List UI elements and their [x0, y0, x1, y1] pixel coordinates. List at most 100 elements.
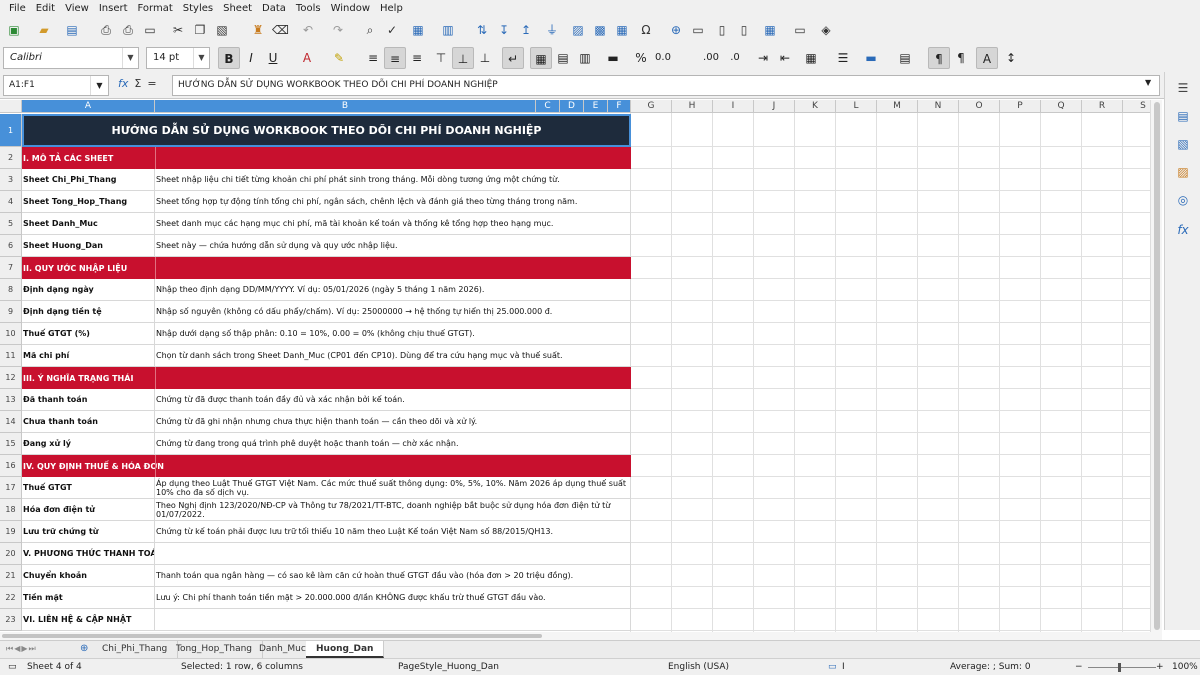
- add-decimal-icon[interactable]: .00: [700, 47, 722, 69]
- menu-insert[interactable]: Insert: [94, 3, 133, 14]
- freeze-rows-icon[interactable]: ▦: [762, 22, 778, 38]
- description-cell[interactable]: Chứng từ kế toán phải được lưu trữ tối t…: [155, 521, 631, 543]
- row-header[interactable]: 9: [0, 301, 22, 323]
- properties-icon[interactable]: ▤: [1175, 108, 1191, 124]
- borders-icon[interactable]: ▦: [800, 47, 822, 69]
- description-cell[interactable]: Nhập số nguyên (không có dấu phẩy/chấm).…: [155, 301, 631, 323]
- title-cell[interactable]: HƯỚNG DẪN SỬ DỤNG WORKBOOK THEO DÕI CHI …: [22, 114, 631, 147]
- menu-sheet[interactable]: Sheet: [218, 3, 257, 14]
- description-cell[interactable]: Chứng từ đã ghi nhận nhưng chưa thực hiệ…: [155, 411, 631, 433]
- description-cell[interactable]: Theo Nghị định 123/2020/NĐ-CP và Thông t…: [155, 499, 631, 521]
- paste-icon[interactable]: ▧: [214, 22, 230, 38]
- text-direction-rtl-icon[interactable]: ¶: [950, 47, 972, 69]
- vertical-scroll-thumb[interactable]: [1154, 102, 1160, 630]
- row-header[interactable]: 7: [0, 257, 22, 279]
- row-header[interactable]: 6: [0, 235, 22, 257]
- font-color-icon[interactable]: A: [296, 47, 318, 69]
- label-cell[interactable]: Sheet Tong_Hop_Thang: [22, 191, 155, 213]
- copy-icon[interactable]: ❐: [192, 22, 208, 38]
- column-header-e[interactable]: E: [584, 100, 608, 113]
- description-cell[interactable]: Sheet này — chứa hướng dẫn sử dụng và qu…: [155, 235, 631, 257]
- font-size-box[interactable]: 14 pt ▼: [146, 47, 210, 69]
- description-cell[interactable]: Chứng từ đã được thanh toán đầy đủ và xá…: [155, 389, 631, 411]
- wrap-text-icon[interactable]: ↵: [502, 47, 524, 69]
- description-cell[interactable]: Nhập dưới dạng số thập phân: 0.10 = 10%,…: [155, 323, 631, 345]
- page-style[interactable]: PageStyle_Huong_Dan: [398, 662, 499, 672]
- menu-styles[interactable]: Styles: [178, 3, 218, 14]
- headers-footers-icon[interactable]: ▯: [714, 22, 730, 38]
- cut-icon[interactable]: ✂: [170, 22, 186, 38]
- open-folder-icon[interactable]: ▰: [36, 22, 52, 38]
- align-bottom-icon[interactable]: ⊥: [474, 47, 496, 69]
- description-cell[interactable]: Áp dụng theo Luật Thuế GTGT Việt Nam. Cá…: [155, 477, 631, 499]
- horizontal-scroll-thumb[interactable]: [2, 634, 542, 638]
- description-cell[interactable]: Chọn từ danh sách trong Sheet Danh_Muc (…: [155, 345, 631, 367]
- vertical-text-icon[interactable]: A: [976, 47, 998, 69]
- align-middle-icon[interactable]: ⊥: [452, 47, 474, 69]
- row-icon[interactable]: ▦: [410, 22, 426, 38]
- menu-edit[interactable]: Edit: [31, 3, 60, 14]
- undo-icon[interactable]: ↶: [300, 22, 316, 38]
- row-header[interactable]: 4: [0, 191, 22, 213]
- underline-button[interactable]: U: [262, 47, 284, 69]
- row-header[interactable]: 12: [0, 367, 22, 389]
- clone-formatting-icon[interactable]: ♜: [250, 22, 266, 38]
- hyperlink-icon[interactable]: ⊕: [668, 22, 684, 38]
- align-top-icon[interactable]: ⊤: [430, 47, 452, 69]
- description-cell[interactable]: Lưu ý: Chi phí thanh toán tiền mặt > 20.…: [155, 587, 631, 609]
- column-header-c[interactable]: C: [536, 100, 560, 113]
- menu-tools[interactable]: Tools: [291, 3, 326, 14]
- navigator-icon[interactable]: ◎: [1175, 192, 1191, 208]
- increase-indent-icon[interactable]: ⇥: [752, 47, 774, 69]
- zoom-in-icon[interactable]: +: [1156, 662, 1164, 672]
- menu-view[interactable]: View: [60, 3, 94, 14]
- label-cell[interactable]: Chuyển khoản: [22, 565, 155, 587]
- italic-button[interactable]: I: [240, 47, 262, 69]
- column-header-a[interactable]: A: [22, 100, 155, 113]
- row-header[interactable]: 15: [0, 433, 22, 455]
- split-window-icon[interactable]: ▭: [792, 22, 808, 38]
- decrease-indent-icon[interactable]: ⇤: [774, 47, 796, 69]
- row-header[interactable]: 1: [0, 114, 22, 147]
- row-header[interactable]: 10: [0, 323, 22, 345]
- label-cell[interactable]: Sheet Huong_Dan: [22, 235, 155, 257]
- function-wizard-icon[interactable]: fx: [118, 77, 128, 90]
- autofilter-icon[interactable]: ⏚: [544, 22, 560, 38]
- show-draw-functions-icon[interactable]: ◈: [818, 22, 834, 38]
- row-header[interactable]: 21: [0, 565, 22, 587]
- add-sheet-icon[interactable]: ⊕: [80, 643, 88, 654]
- section-header-row[interactable]: II. QUY ƯỚC NHẬP LIỆU: [22, 257, 631, 279]
- bold-button[interactable]: B: [218, 47, 240, 69]
- define-print-area-icon[interactable]: ▯: [736, 22, 752, 38]
- column-header-d[interactable]: D: [560, 100, 584, 113]
- label-cell[interactable]: Thuế GTGT (%): [22, 323, 155, 345]
- name-box[interactable]: A1:F1 ▼: [3, 75, 109, 96]
- row-header[interactable]: 23: [0, 609, 22, 631]
- percent-format-icon[interactable]: %: [630, 47, 652, 69]
- align-left-icon[interactable]: ≡: [362, 47, 384, 69]
- label-cell[interactable]: Chưa thanh toán: [22, 411, 155, 433]
- column-icon[interactable]: ▥: [440, 22, 456, 38]
- spreadsheet-grid[interactable]: A B C D E F G H I J K L M N O P Q R S 1 2 3 4 5 6 7 8 9 10 11 12 13 14 15…: [0, 100, 1162, 632]
- text-direction-ltr-icon[interactable]: ¶: [928, 47, 950, 69]
- row-header[interactable]: 11: [0, 345, 22, 367]
- label-cell[interactable]: V. PHƯƠNG THỨC THANH TOÁN: [22, 543, 155, 565]
- new-document-icon[interactable]: ▣: [6, 22, 22, 38]
- export-pdf-icon[interactable]: ⎙: [98, 22, 114, 38]
- styles-icon[interactable]: ▧: [1175, 136, 1191, 152]
- label-cell[interactable]: Sheet Danh_Muc: [22, 213, 155, 235]
- section-header-row[interactable]: IV. QUY ĐỊNH THUẾ & HÓA ĐƠN: [22, 455, 631, 477]
- column-header-j[interactable]: J: [754, 100, 795, 113]
- text-orientation-icon[interactable]: ↕: [1000, 47, 1022, 69]
- border-color-icon[interactable]: ▬: [860, 47, 882, 69]
- description-cell[interactable]: [155, 543, 631, 565]
- equals-icon[interactable]: =: [147, 77, 156, 90]
- merge-center-icon[interactable]: ▦: [530, 47, 552, 69]
- row-header[interactable]: 13: [0, 389, 22, 411]
- highlight-color-icon[interactable]: ✎: [328, 47, 350, 69]
- find-replace-icon[interactable]: ⌕: [362, 22, 378, 38]
- label-cell[interactable]: Hóa đơn điện tử: [22, 499, 155, 521]
- column-header-p[interactable]: P: [1000, 100, 1041, 113]
- zoom-slider[interactable]: [1088, 667, 1156, 668]
- sum-icon[interactable]: Σ: [134, 77, 141, 90]
